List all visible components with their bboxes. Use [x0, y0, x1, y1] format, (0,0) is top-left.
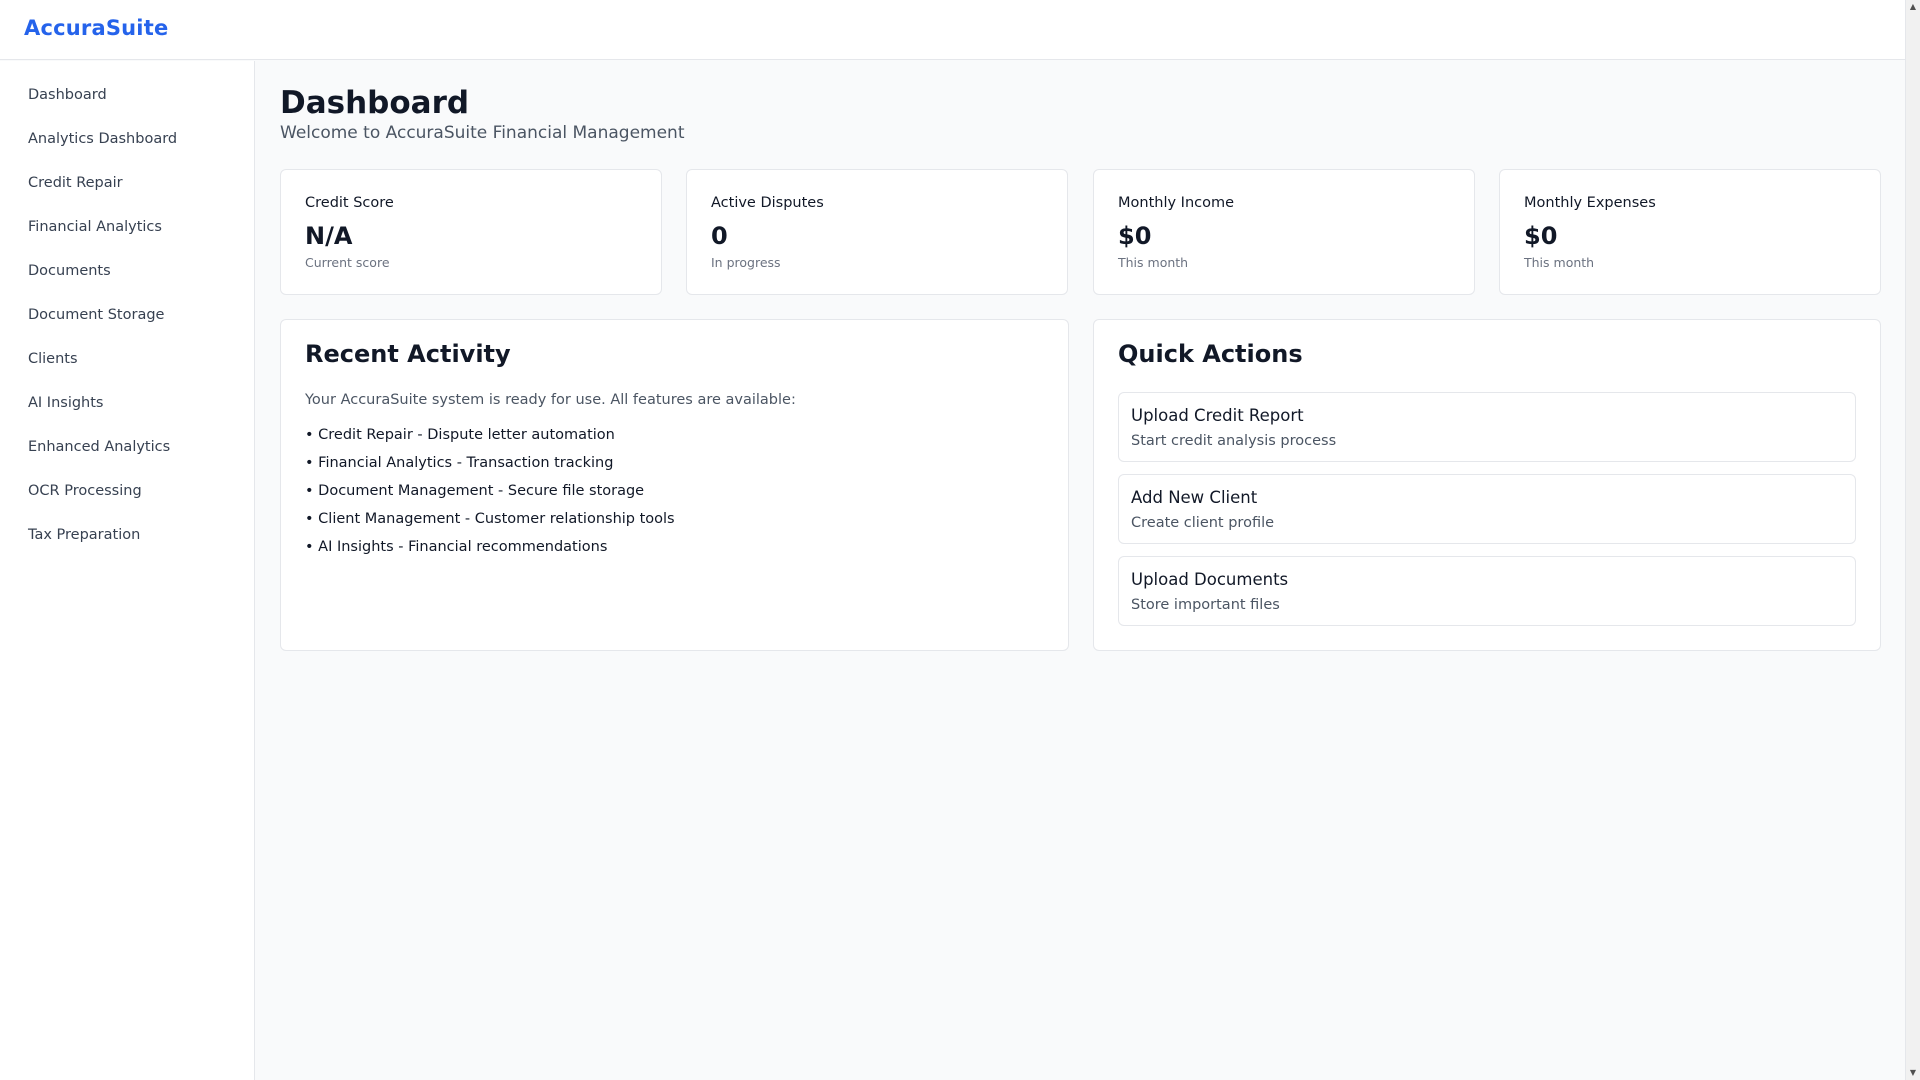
list-item: • AI Insights - Financial recommendation…: [305, 539, 608, 555]
stat-value: $0: [1524, 222, 1558, 250]
sidebar-item-document-storage[interactable]: Document Storage: [0, 293, 254, 337]
stat-note: In progress: [711, 255, 781, 270]
sidebar-item-analytics-dashboard[interactable]: Analytics Dashboard: [0, 117, 254, 161]
sidebar-item-dashboard[interactable]: Dashboard: [0, 73, 254, 117]
feature-list: • Credit Repair - Dispute letter automat…: [305, 427, 675, 567]
sidebar-item-credit-repair[interactable]: Credit Repair: [0, 161, 254, 205]
action-title: Add New Client: [1131, 488, 1258, 507]
page-title: Dashboard: [280, 85, 470, 121]
stat-label: Active Disputes: [711, 195, 824, 211]
scroll-up-arrow-icon[interactable]: ▲: [1906, 0, 1920, 14]
sidebar-item-documents[interactable]: Documents: [0, 249, 254, 293]
sidebar-item-ai-insights[interactable]: AI Insights: [0, 381, 254, 425]
quick-actions-title: Quick Actions: [1118, 340, 1303, 368]
brand-logo[interactable]: AccuraSuite: [24, 16, 168, 40]
stat-value: N/A: [305, 222, 353, 250]
action-title: Upload Credit Report: [1131, 406, 1304, 425]
list-item: • Financial Analytics - Transaction trac…: [305, 455, 614, 471]
stat-card-monthly-income: Monthly Income $0 This month: [1093, 169, 1475, 295]
upload-documents-button[interactable]: Upload Documents Store important files: [1118, 556, 1856, 626]
recent-activity-title: Recent Activity: [305, 340, 511, 368]
stat-value: $0: [1118, 222, 1152, 250]
stat-note: Current score: [305, 255, 390, 270]
action-description: Create client profile: [1131, 515, 1275, 531]
page-subtitle: Welcome to AccuraSuite Financial Managem…: [280, 123, 685, 143]
stat-card-monthly-expenses: Monthly Expenses $0 This month: [1499, 169, 1881, 295]
main-content: Dashboard Welcome to AccuraSuite Financi…: [256, 61, 1905, 1080]
action-title: Upload Documents: [1131, 570, 1289, 589]
stat-card-credit-score: Credit Score N/A Current score: [280, 169, 662, 295]
top-header: AccuraSuite: [0, 0, 1905, 60]
scroll-down-arrow-icon[interactable]: ▼: [1906, 1066, 1920, 1080]
stat-note: This month: [1524, 255, 1595, 270]
action-description: Store important files: [1131, 597, 1280, 613]
list-item: • Client Management - Customer relations…: [305, 511, 675, 527]
stat-label: Monthly Expenses: [1524, 195, 1656, 211]
add-new-client-button[interactable]: Add New Client Create client profile: [1118, 474, 1856, 544]
list-item: • Document Management - Secure file stor…: [305, 483, 645, 499]
recent-activity-intro: Your AccuraSuite system is ready for use…: [305, 392, 796, 408]
sidebar-item-tax-preparation[interactable]: Tax Preparation: [0, 513, 254, 557]
stat-note: This month: [1118, 255, 1189, 270]
vertical-scrollbar[interactable]: ▲ ▼: [1905, 0, 1920, 1080]
stat-card-active-disputes: Active Disputes 0 In progress: [686, 169, 1068, 295]
stat-label: Monthly Income: [1118, 195, 1235, 211]
sidebar-item-ocr-processing[interactable]: OCR Processing: [0, 469, 254, 513]
sidebar-item-financial-analytics[interactable]: Financial Analytics: [0, 205, 254, 249]
list-item: • Credit Repair - Dispute letter automat…: [305, 427, 615, 443]
action-description: Start credit analysis process: [1131, 433, 1337, 449]
quick-actions-panel: Quick Actions Upload Credit Report Start…: [1093, 319, 1881, 651]
sidebar-item-enhanced-analytics[interactable]: Enhanced Analytics: [0, 425, 254, 469]
stat-label: Credit Score: [305, 195, 394, 211]
sidebar-item-clients[interactable]: Clients: [0, 337, 254, 381]
sidebar: Dashboard Analytics Dashboard Credit Rep…: [0, 61, 255, 1080]
recent-activity-panel: Recent Activity Your AccuraSuite system …: [280, 319, 1069, 651]
upload-credit-report-button[interactable]: Upload Credit Report Start credit analys…: [1118, 392, 1856, 462]
stat-value: 0: [711, 222, 728, 250]
